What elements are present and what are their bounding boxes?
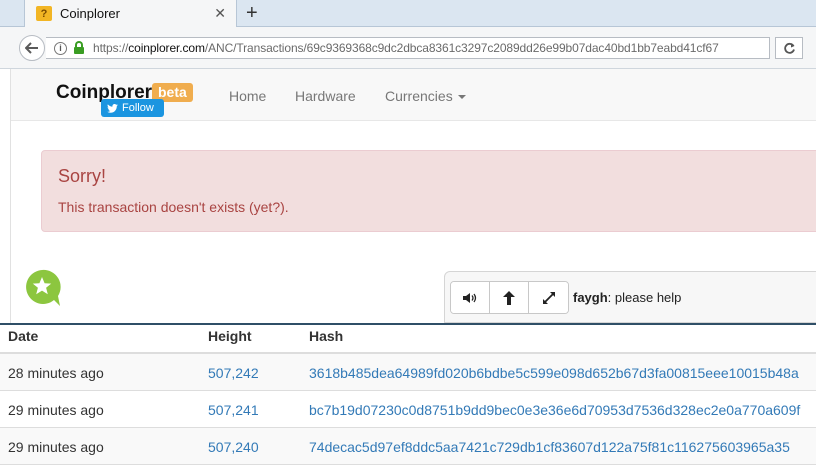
browser-tab[interactable]: ? Coinplorer ✕ <box>24 0 237 27</box>
table-row: 28 minutes ago 507,242 3618b485dea64989f… <box>0 354 816 391</box>
column-height: Height <box>208 328 252 344</box>
chat-bar: faygh: please help <box>444 271 816 323</box>
transactions-table: Date Height Hash 28 minutes ago 507,242 … <box>0 327 816 465</box>
expand-button[interactable] <box>529 282 568 313</box>
chat-star-icon[interactable] <box>24 269 62 310</box>
nav-home[interactable]: Home <box>229 88 266 104</box>
row-date: 29 minutes ago <box>8 439 104 455</box>
new-tab-button[interactable]: + <box>246 2 258 24</box>
twitter-follow-button[interactable]: Follow <box>101 99 164 117</box>
chat-text: : please help <box>607 290 682 305</box>
nav-hardware[interactable]: Hardware <box>295 88 356 104</box>
coinplorer-favicon-icon: ? <box>36 6 52 21</box>
arrow-up-icon <box>503 290 515 305</box>
lock-icon[interactable] <box>73 41 85 55</box>
alert-title: Sorry! <box>58 166 107 186</box>
row-height-link[interactable]: 507,240 <box>208 439 259 455</box>
page-viewport: Coinplorer beta Follow Home Hardware Cur… <box>0 69 816 323</box>
follow-label: Follow <box>122 102 154 114</box>
address-bar[interactable]: i https://coinplorer.com/ANC/Transaction… <box>46 37 770 59</box>
row-date: 28 minutes ago <box>8 365 104 381</box>
reload-icon <box>783 42 795 54</box>
browser-toolbar: i https://coinplorer.com/ANC/Transaction… <box>0 27 816 69</box>
row-hash-link[interactable]: bc7b19d07230c0d8751b9dd9bec0e3e36e6d7095… <box>309 402 800 418</box>
back-arrow-icon <box>25 42 38 54</box>
chat-message: faygh: please help <box>573 290 681 305</box>
url-text: https://coinplorer.com/ANC/Transactions/… <box>93 41 719 55</box>
expand-icon <box>542 291 555 304</box>
caret-down-icon <box>457 95 466 100</box>
error-alert: Sorry! This transaction doesn't exists (… <box>41 150 816 232</box>
nav-currencies[interactable]: Currencies <box>385 88 466 104</box>
browser-window: ? Coinplorer ✕ + i https://coinplorer.co… <box>0 0 816 325</box>
row-hash-link[interactable]: 74decac5d97ef8ddc5aa7421c729db1cf83607d1… <box>309 439 790 455</box>
row-date: 29 minutes ago <box>8 402 104 418</box>
speaker-icon <box>463 292 477 303</box>
table-row: 29 minutes ago 507,241 bc7b19d07230c0d87… <box>0 391 816 428</box>
reload-button[interactable] <box>775 37 803 59</box>
chat-controls <box>450 281 569 314</box>
row-height-link[interactable]: 507,241 <box>208 402 259 418</box>
sound-button[interactable] <box>451 282 490 313</box>
table-row: 29 minutes ago 507,240 74decac5d97ef8ddc… <box>0 428 816 465</box>
twitter-bird-icon <box>107 103 118 113</box>
tab-title: Coinplorer <box>60 6 120 21</box>
viewport-edge <box>0 69 11 323</box>
tab-strip: ? Coinplorer ✕ + <box>0 0 816 27</box>
column-date: Date <box>8 328 39 344</box>
info-icon[interactable]: i <box>54 41 67 55</box>
scroll-up-button[interactable] <box>490 282 529 313</box>
alert-message: This transaction doesn't exists (yet?). <box>58 199 289 215</box>
row-height-link[interactable]: 507,242 <box>208 365 259 381</box>
site-navbar: Coinplorer beta Follow Home Hardware Cur… <box>11 69 816 121</box>
chat-username: faygh <box>573 290 608 305</box>
nav-currencies-label: Currencies <box>385 88 453 104</box>
back-button[interactable] <box>19 35 45 61</box>
close-tab-icon[interactable]: ✕ <box>214 6 226 20</box>
row-hash-link[interactable]: 3618b485dea64989fd020b6bdbe5c599e098d652… <box>309 365 799 381</box>
table-header: Date Height Hash <box>0 327 816 354</box>
column-hash: Hash <box>309 328 344 344</box>
